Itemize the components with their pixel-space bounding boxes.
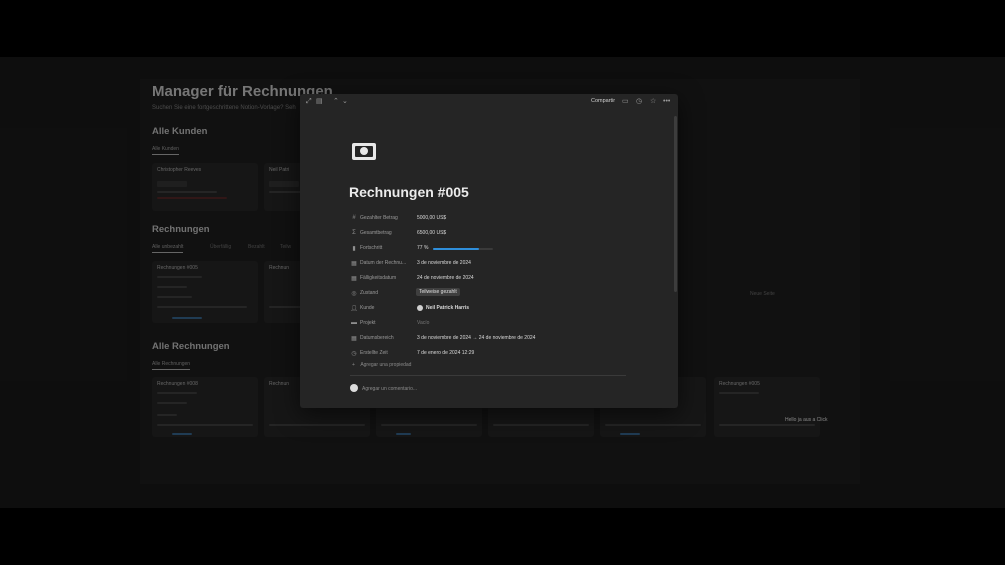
progress-bar: [433, 248, 493, 250]
calendar-icon: ▦: [351, 261, 357, 267]
letterbox-top: [0, 0, 1005, 57]
chevron-up-icon[interactable]: ⌃: [333, 97, 339, 107]
prop-value[interactable]: 24 de noviembre de 2024: [417, 275, 474, 281]
prop-name: Gezahlter Betrag: [360, 215, 398, 221]
chevron-down-icon[interactable]: ⌄: [342, 97, 348, 107]
star-icon[interactable]: ☆: [650, 97, 656, 107]
prop-progress[interactable]: ▮ Fortschritt 77 %: [350, 244, 650, 254]
letterbox-bottom: [0, 508, 1005, 565]
prop-created-time[interactable]: ◷ Erstellte Zeit 7 de enero de 2024 12:2…: [350, 349, 650, 359]
more-icon[interactable]: •••: [663, 97, 670, 107]
page-title[interactable]: Rechnungen #005: [349, 184, 469, 200]
history-icon[interactable]: ◷: [636, 97, 642, 107]
hint-text: Hello ja aus a Click: [785, 417, 828, 423]
modal-scrollbar[interactable]: [674, 116, 677, 292]
prop-name: Fälligkeitsdatum: [360, 275, 397, 281]
prop-status[interactable]: ◎ Zustand Teilweise gezahlt: [350, 288, 650, 299]
prop-name: Kunde: [360, 305, 375, 311]
bar-chart-icon: ▮: [352, 246, 356, 252]
invoice-page-modal: ⤢ ▤ ⌃ ⌄ Compartir ▭ ◷ ☆ ••• Rechnungen #…: [300, 94, 678, 408]
prop-name: Erstellte Zeit: [360, 350, 388, 356]
person-icon: 👤︎: [350, 306, 358, 312]
prop-name: Fortschritt: [360, 245, 383, 251]
prop-value[interactable]: 3 de noviembre de 2024: [417, 260, 471, 266]
side-peek-icon[interactable]: ▤: [316, 97, 323, 107]
prop-customer[interactable]: 👤︎ Kunde Neil Patrick Harris: [350, 304, 650, 314]
customer-avatar: [417, 305, 423, 311]
prop-value[interactable]: 3 de noviembre de 2024 → 24 de noviembre…: [417, 335, 535, 341]
prop-name: Datumsbereich: [360, 335, 394, 341]
prop-value: 7 de enero de 2024 12:29: [417, 350, 475, 356]
divider: [350, 375, 626, 376]
expand-icon[interactable]: ⤢: [306, 97, 312, 107]
screen: Manager für Rechnungen Suchen Sie eine f…: [0, 57, 1005, 508]
hash-icon: #: [352, 215, 356, 221]
prop-total-amount[interactable]: Σ Gesamtbetrag 6500,00 US$: [350, 229, 650, 239]
calendar-icon: ▦: [351, 276, 357, 282]
prop-date-range[interactable]: ▦ Datumsbereich 3 de noviembre de 2024 →…: [350, 334, 650, 344]
prop-project[interactable]: ▬ Projekt Vacío: [350, 319, 650, 329]
progress-bar-fill: [433, 248, 480, 250]
status-badge[interactable]: Teilweise gezahlt: [416, 288, 460, 296]
comment-avatar: [350, 384, 358, 392]
prop-name: Zustand: [360, 290, 379, 296]
add-property-label: Agregar una propiedad: [360, 362, 412, 368]
money-icon[interactable]: [352, 143, 376, 160]
prop-name: Gesamtbetrag: [360, 230, 392, 236]
add-property-button[interactable]: + Agregar una propiedad: [352, 362, 411, 368]
prop-name: Projekt: [360, 320, 376, 326]
prop-value[interactable]: 5000,00 US$: [417, 215, 446, 221]
comment-icon[interactable]: ▭: [622, 97, 629, 107]
prop-due-date[interactable]: ▦ Fälligkeitsdatum 24 de noviembre de 20…: [350, 274, 650, 284]
folder-icon: ▬: [351, 320, 357, 326]
prop-value[interactable]: 6500,00 US$: [417, 230, 446, 236]
formula-icon: Σ: [352, 230, 356, 236]
modal-topbar: ⤢ ▤ ⌃ ⌄ Compartir ▭ ◷ ☆ •••: [300, 94, 678, 110]
prop-value[interactable]: 77 %: [417, 245, 428, 251]
prop-value-empty[interactable]: Vacío: [417, 320, 429, 326]
status-icon: ◎: [351, 291, 357, 297]
prop-paid-amount[interactable]: # Gezahlter Betrag 5000,00 US$: [350, 214, 650, 224]
calendar-icon: ▦: [351, 336, 357, 342]
comment-input[interactable]: Agregar un comentario...: [362, 386, 417, 392]
prop-invoice-date[interactable]: ▦ Datum der Rechnu... 3 de noviembre de …: [350, 259, 650, 269]
customer-link[interactable]: Neil Patrick Harris: [426, 305, 469, 311]
plus-icon: +: [352, 362, 355, 368]
share-button[interactable]: Compartir: [591, 98, 615, 104]
clock-icon: ◷: [351, 351, 357, 357]
prop-name: Datum der Rechnu...: [360, 260, 407, 266]
money-icon-coin: [360, 147, 368, 155]
